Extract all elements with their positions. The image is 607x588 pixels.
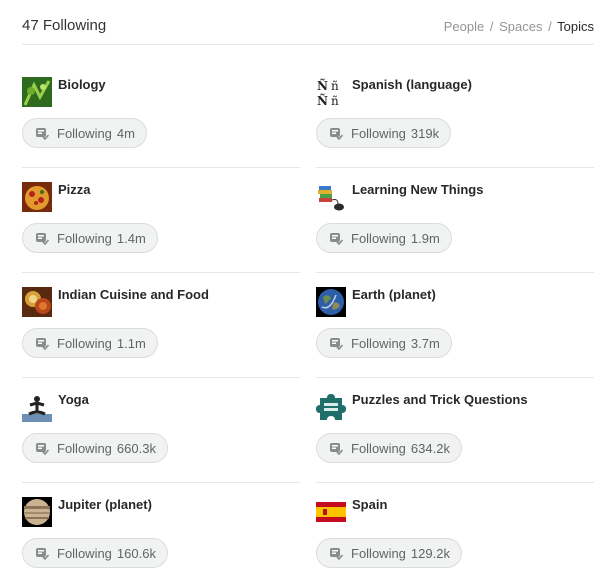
following-label: Following	[351, 125, 406, 141]
follow-check-icon	[36, 232, 49, 245]
topic-name[interactable]: Indian Cuisine and Food	[58, 287, 209, 302]
topic-card-biology: Biology Following 4m	[22, 63, 300, 168]
topic-card-learning: Learning New Things Following 1.9m	[316, 168, 594, 273]
topic-name[interactable]: Earth (planet)	[352, 287, 436, 302]
pizza-image[interactable]	[22, 182, 52, 212]
follow-check-icon	[330, 232, 343, 245]
topic-name[interactable]: Biology	[58, 77, 106, 92]
filter-separator: /	[489, 19, 494, 34]
following-label: Following	[57, 125, 112, 141]
filter-separator: /	[548, 19, 552, 34]
topic-card-pizza: Pizza Following 1.4m	[22, 168, 300, 273]
topic-card-jupiter: Jupiter (planet) Following 160.6k	[22, 483, 300, 588]
follow-check-icon	[36, 547, 49, 560]
follower-count: 660.3k	[116, 440, 156, 456]
indian-food-image[interactable]	[22, 287, 52, 317]
topic-card-yoga: Yoga Following 660.3k	[22, 378, 300, 483]
following-header: 47 Following People / Spaces / Topics	[22, 0, 594, 45]
filter-people-link[interactable]: People	[444, 19, 484, 34]
following-label: Following	[57, 440, 112, 456]
spain-flag-image[interactable]	[316, 497, 346, 527]
follow-check-icon	[36, 127, 49, 140]
follower-count: 160.6k	[116, 545, 156, 561]
svg-text:Ñ: Ñ	[317, 93, 328, 107]
following-filter-nav: People / Spaces / Topics	[444, 19, 594, 34]
topic-name[interactable]: Learning New Things	[352, 182, 483, 197]
puzzle-image[interactable]	[316, 392, 346, 422]
follower-count: 3.7m	[410, 335, 440, 351]
following-button[interactable]: Following 634.2k	[316, 433, 462, 463]
follower-count: 4m	[116, 125, 135, 141]
following-button[interactable]: Following 3.7m	[316, 328, 452, 358]
follow-check-icon	[330, 547, 343, 560]
follower-count: 1.4m	[116, 230, 146, 246]
filter-topics-link[interactable]: Topics	[557, 19, 594, 34]
follower-count: 129.2k	[410, 545, 450, 561]
following-label: Following	[351, 335, 406, 351]
following-label: Following	[57, 545, 112, 561]
filter-spaces-link[interactable]: Spaces	[499, 19, 542, 34]
following-label: Following	[57, 230, 112, 246]
follow-check-icon	[330, 337, 343, 350]
follow-check-icon	[330, 442, 343, 455]
following-button[interactable]: Following 1.1m	[22, 328, 158, 358]
biology-image[interactable]	[22, 77, 52, 107]
topic-card-spain: Spain Following 129.2k	[316, 483, 594, 588]
topic-card-indian-food: Indian Cuisine and Food Following 1.1m	[22, 273, 300, 378]
yoga-image[interactable]	[22, 392, 52, 422]
jupiter-image[interactable]	[22, 497, 52, 527]
following-button[interactable]: Following 129.2k	[316, 538, 462, 568]
following-button[interactable]: Following 4m	[22, 118, 147, 148]
follow-check-icon	[330, 127, 343, 140]
svg-text:Ñ: Ñ	[317, 78, 328, 93]
svg-text:ñ: ñ	[331, 79, 339, 93]
following-button[interactable]: Following 660.3k	[22, 433, 168, 463]
following-label: Following	[57, 335, 112, 351]
follower-count: 1.1m	[116, 335, 146, 351]
topic-name[interactable]: Jupiter (planet)	[58, 497, 152, 512]
following-button[interactable]: Following 160.6k	[22, 538, 168, 568]
topic-card-puzzles: Puzzles and Trick Questions Following 634…	[316, 378, 594, 483]
topic-name[interactable]: Pizza	[58, 182, 91, 197]
following-label: Following	[351, 545, 406, 561]
follow-check-icon	[36, 442, 49, 455]
following-count: 47 Following	[22, 17, 107, 34]
follower-count: 1.9m	[410, 230, 440, 246]
follower-count: 634.2k	[410, 440, 450, 456]
follower-count: 319k	[410, 125, 440, 141]
svg-text:ñ: ñ	[331, 94, 339, 107]
topic-card-earth: Earth (planet) Following 3.7m	[316, 273, 594, 378]
spanish-letters-image[interactable]: ÑñÑñ	[316, 77, 346, 107]
earth-image[interactable]	[316, 287, 346, 317]
topic-name[interactable]: Puzzles and Trick Questions	[352, 392, 528, 407]
following-button[interactable]: Following 1.9m	[316, 223, 452, 253]
follow-check-icon	[36, 337, 49, 350]
following-label: Following	[351, 440, 406, 456]
topic-name[interactable]: Yoga	[58, 392, 89, 407]
books-mouse-image[interactable]	[316, 182, 346, 212]
following-label: Following	[351, 230, 406, 246]
topic-card-spanish: ÑñÑñ Spanish (language) Following 319k	[316, 63, 594, 168]
following-button[interactable]: Following 1.4m	[22, 223, 158, 253]
topic-name[interactable]: Spain	[352, 497, 387, 512]
following-button[interactable]: Following 319k	[316, 118, 452, 148]
topic-name[interactable]: Spanish (language)	[352, 77, 472, 92]
